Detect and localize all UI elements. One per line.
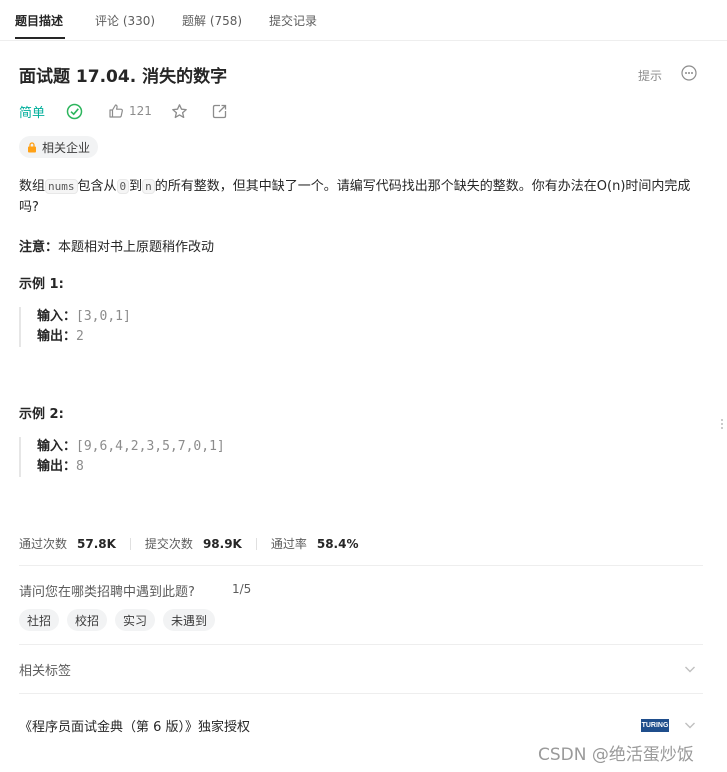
example-input-line: 输入：[9,6,4,2,3,5,7,0,1] [37, 437, 437, 457]
thumbs-up-icon [108, 103, 129, 119]
stat-value: 58.4% [316, 536, 359, 551]
divider [129, 537, 131, 550]
divider [19, 644, 703, 645]
like-count: 121 [129, 104, 152, 118]
stat-label: 提交次数 [144, 537, 193, 551]
description-text: 数组 [19, 179, 46, 194]
active-tab-indicator [15, 37, 65, 39]
chevron-down-icon [683, 718, 697, 732]
book-license-toggle[interactable]: 《程序员面试金典（第 6 版）》独家授权 TURING [19, 705, 703, 745]
input-label: 输入： [37, 309, 77, 324]
example-title: 示例 1: [19, 277, 64, 292]
note-text: 本题相对书上原题稍作改动 [58, 240, 215, 255]
related-tags-label: 相关标签 [19, 663, 72, 679]
divider [19, 565, 703, 566]
more-options-icon[interactable] [681, 65, 697, 81]
hint-button[interactable]: 提示 [638, 67, 662, 84]
note-label: 注意： [19, 240, 59, 255]
survey-option-not-encountered[interactable]: 未遇到 [163, 609, 216, 631]
survey-option-campus-recruit[interactable]: 校招 [67, 609, 108, 631]
survey-option-social-recruit[interactable]: 社招 [19, 609, 60, 631]
like-button[interactable]: 121 [108, 100, 152, 122]
stat-submissions: 提交次数 98.9K [145, 535, 242, 552]
stat-label: 通过率 [270, 537, 307, 551]
difficulty-badge: 简单 [19, 105, 46, 121]
share-icon[interactable] [211, 100, 228, 122]
tab-solutions[interactable]: 题解 (758) [182, 12, 242, 29]
example-input-line: 输入：[3,0,1] [37, 307, 437, 327]
tab-bar: 题目描述 评论 (330) 题解 (758) 提交记录 [0, 0, 727, 41]
tab-submissions[interactable]: 提交记录 [269, 12, 317, 29]
watermark-text: CSDN @绝活蛋炒饭 [538, 745, 694, 765]
survey-question: 请问您在哪类招聘中遇到此题? [19, 585, 195, 600]
stat-accepted: 通过次数 57.8K [19, 535, 116, 552]
problem-note: 注意：本题相对书上原题稍作改动 [19, 236, 214, 255]
stat-acceptance-rate: 通过率 58.4% [271, 535, 359, 552]
problem-description: 数组 nums 包含从 0 到 n 的所有整数，但其中缺了一个。请编写代码找出那个缺失的整数… [19, 176, 709, 218]
submission-stats: 通过次数 57.8K 提交次数 98.9K 通过率 58.4% [19, 535, 373, 552]
survey-options: 社招 校招 实习 未遇到 [19, 609, 223, 631]
example-input-value: [9,6,4,2,3,5,7,0,1] [76, 439, 225, 454]
inline-code: nums [45, 179, 78, 194]
solved-check-icon [66, 100, 83, 122]
book-license-label: 《程序员面试金典（第 6 版）》独家授权 [19, 719, 251, 735]
survey-option-internship[interactable]: 实习 [115, 609, 156, 631]
inline-code: n [142, 179, 155, 194]
example-block: 输入：[3,0,1] 输出：2 [19, 307, 437, 347]
divider [255, 537, 257, 550]
example-output-value: 2 [76, 329, 84, 344]
input-label: 输入： [37, 439, 77, 454]
output-label: 输出： [37, 459, 77, 474]
tab-description[interactable]: 题目描述 [15, 12, 63, 29]
tab-comments[interactable]: 评论 (330) [95, 12, 155, 29]
turing-logo: TURING [641, 718, 669, 732]
survey-page-indicator: 1/5 [232, 582, 252, 596]
stat-value: 57.8K [77, 536, 116, 551]
star-icon[interactable] [171, 100, 188, 122]
chevron-down-icon [683, 662, 697, 676]
example-title: 示例 2: [19, 407, 64, 422]
example-block: 输入：[9,6,4,2,3,5,7,0,1] 输出：8 [19, 437, 437, 477]
divider [19, 693, 703, 694]
description-text: 包含从 [77, 179, 117, 194]
example-output-line: 输出：8 [37, 457, 437, 477]
resize-handle-icon[interactable] [720, 416, 724, 430]
output-label: 输出： [37, 329, 77, 344]
stat-label: 通过次数 [19, 537, 68, 551]
company-tag-button[interactable]: 相关企业 [19, 136, 99, 158]
description-text: 到 [129, 179, 143, 194]
company-tag-label: 相关企业 [42, 140, 91, 155]
inline-code: 0 [116, 179, 130, 194]
stat-value: 98.9K [202, 536, 242, 551]
book-license-right: TURING [641, 718, 703, 732]
example-output-value: 8 [76, 459, 84, 474]
related-tags-toggle[interactable]: 相关标签 [19, 649, 703, 689]
example-output-line: 输出：2 [37, 327, 437, 347]
example-input-value: [3,0,1] [76, 309, 131, 324]
lock-icon [27, 141, 42, 153]
problem-title: 面试题 17.04. 消失的数字 [19, 67, 228, 87]
